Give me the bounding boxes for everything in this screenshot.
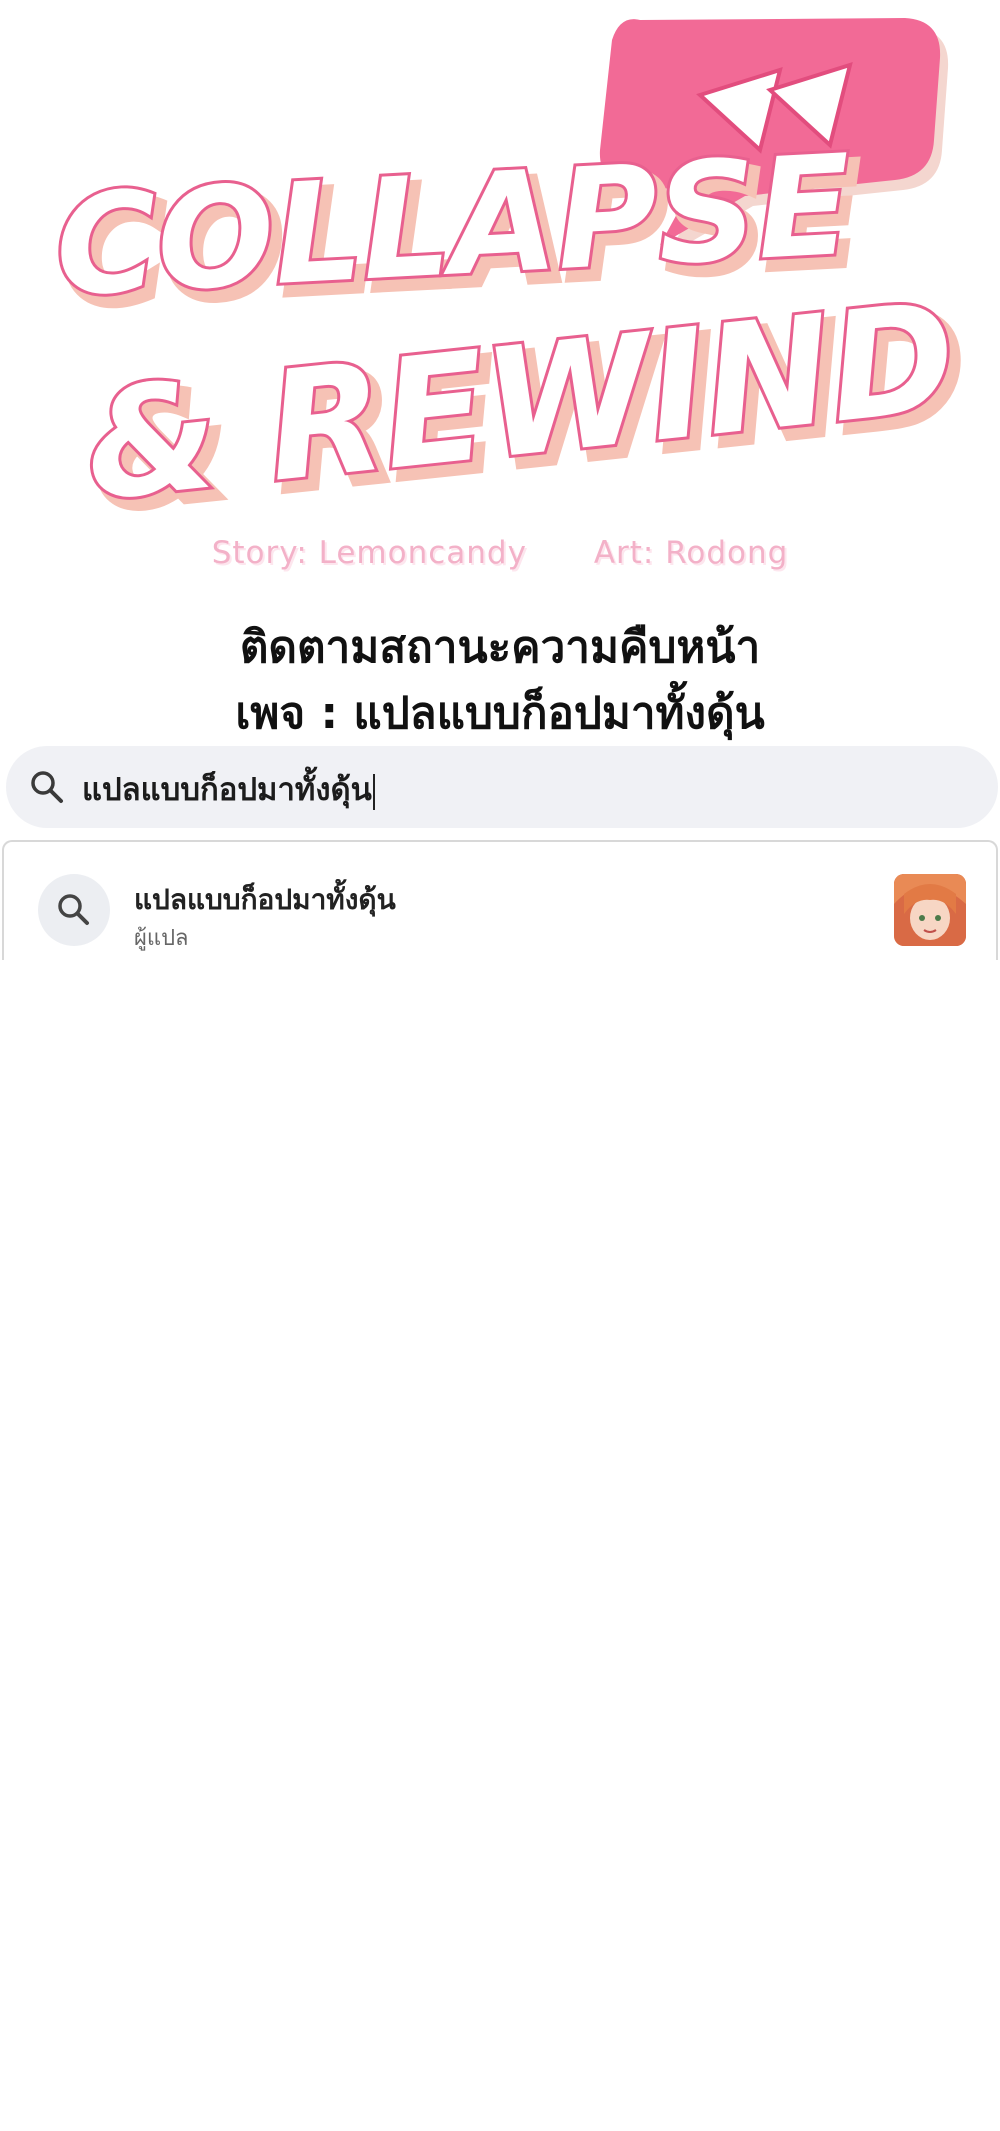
logo-graphic: COLLAPSE COLLAPSE & REWIND & REWIND: [49, 18, 977, 549]
credits: Story: Lemoncandy Art: Rodong: [0, 535, 1000, 571]
credit-story: Story: Lemoncandy: [211, 535, 527, 571]
credit-art: Art: Rodong: [593, 535, 789, 571]
text-caret: [372, 773, 375, 810]
notice-line1: ติดตามสถานะความคืบหน้า: [239, 622, 761, 673]
suggestion-search-icon: [38, 874, 110, 946]
title-logo: COLLAPSE COLLAPSE & REWIND & REWIND: [0, 0, 1000, 549]
suggestion-item[interactable]: แปลแบบก็อปมาทั้งดุ้น ผู้แปล: [4, 842, 996, 960]
search-query-text: แปลแบบก็อปมาทั้งดุ้น: [82, 772, 372, 808]
suggestion-subtitle: ผู้แปล: [134, 926, 189, 951]
notice-line2: เพจ : แปลแบบก็อปมาทั้งดุ้น: [235, 688, 765, 739]
avatar: [894, 874, 966, 946]
suggestion-list: แปลแบบก็อปมาทั้งดุ้น ผู้แปล: [2, 840, 998, 960]
search-icon: [28, 768, 66, 806]
search-input[interactable]: แปลแบบก็อปมาทั้งดุ้น: [82, 764, 375, 814]
suggestion-title: แปลแบบก็อปมาทั้งดุ้น: [134, 883, 396, 916]
search-bar[interactable]: แปลแบบก็อปมาทั้งดุ้น: [6, 746, 998, 828]
